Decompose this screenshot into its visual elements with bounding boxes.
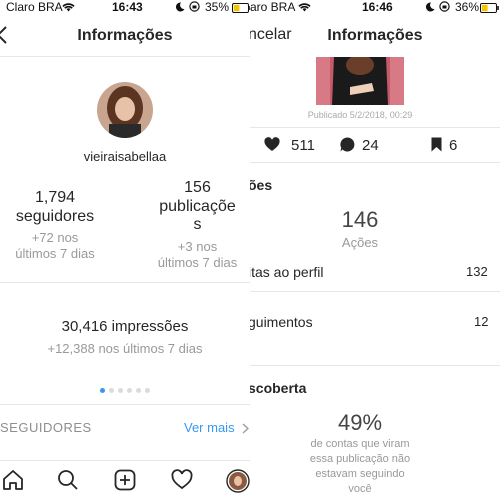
divider [250,127,500,128]
discovery-heading: scoberta [250,380,307,396]
left-panel: Claro BRA 16:43 35% Informações vieirais… [0,0,250,500]
follows-label: guimentos [250,314,313,330]
page-dot [127,388,132,393]
followers-delta-period: últimos 7 dias [15,246,95,261]
page-indicator[interactable] [0,380,250,393]
actions-label: Ações [341,235,379,250]
page-dot [100,388,105,393]
bookmark-icon [431,137,442,157]
profile-visits-value: 132 [466,264,488,279]
moon-icon [425,1,435,15]
username[interactable]: vieiraisabellaa [0,149,250,164]
likes-count: 511 [291,137,315,154]
discovery-desc-3: estavam seguindo [315,468,405,480]
discovery-desc-2: essa publicação não [309,453,411,465]
status-bar: Claro BRA 16:43 35% [0,0,250,15]
followers-section-label: SEGUIDORES [0,420,92,435]
top-nav: Informações [0,15,250,57]
followers-delta: +72 nos [31,230,79,245]
wifi-icon [298,1,311,15]
carrier-label: aro BRA [250,0,296,14]
post-thumbnail[interactable] [316,55,404,105]
search-icon[interactable] [57,469,81,493]
saves-count: 6 [449,137,458,154]
profile-visits-label: itas ao perfil [250,264,324,280]
posts-delta: +3 nos [177,239,218,254]
followers-count: 1,794 [34,189,76,206]
moon-icon [175,1,185,15]
carrier-label: Claro BRA [6,0,63,14]
page-title: Informações [77,27,173,44]
profile-avatar[interactable] [226,469,250,493]
divider [250,365,500,366]
home-icon[interactable] [2,469,26,493]
avatar[interactable] [97,82,153,138]
clock: 16:46 [362,0,393,14]
clock: 16:43 [112,0,143,14]
orientation-lock-icon [439,1,450,15]
page-dot [118,388,123,393]
posts-label-wrap: s [193,216,202,233]
actions-total: 146 [341,207,379,232]
status-bar: aro BRA 16:46 36% [250,0,500,15]
battery-percent: 36% [455,0,480,14]
discovery-percent: 49% [337,410,383,435]
wifi-icon [62,1,75,15]
heart-icon[interactable] [171,469,195,493]
page-title: Informações [327,27,423,44]
posts-delta-period: últimos 7 dias [157,255,238,270]
page-dot [145,388,150,393]
impressions-delta: +12,388 nos últimos 7 dias [47,341,203,356]
divider [0,404,250,405]
battery-icon [232,2,250,16]
chevron-right-icon[interactable] [242,421,249,439]
comments-count: 24 [362,137,379,154]
divider [250,291,500,292]
right-panel: aro BRA 16:46 36% ncelar Informações Pub… [250,0,500,500]
heart-filled-icon [264,137,280,157]
battery-icon [480,2,500,16]
top-nav: ncelar Informações [250,15,500,57]
follows-value: 12 [474,314,489,329]
impressions-count: 30,416 impressões [61,318,189,335]
comment-icon [340,137,355,157]
discovery-desc-1: de contas que viram [310,438,410,450]
divider [0,282,250,283]
page-dot [109,388,114,393]
discovery-desc-4: você [348,483,372,495]
actions-heading: ões [250,177,273,193]
see-more-link[interactable]: Ver mais [184,420,235,435]
divider [250,162,500,163]
page-dot [136,388,141,393]
battery-percent: 35% [205,0,230,14]
posts-label: publicaçõe [159,198,236,215]
published-date: Publicado 5/2/2018, 00:29 [307,110,413,120]
posts-count: 156 [184,179,211,196]
orientation-lock-icon [189,1,200,15]
new-post-icon[interactable] [114,469,138,493]
bottom-tab-bar [0,460,250,500]
followers-label: seguidores [15,208,95,225]
